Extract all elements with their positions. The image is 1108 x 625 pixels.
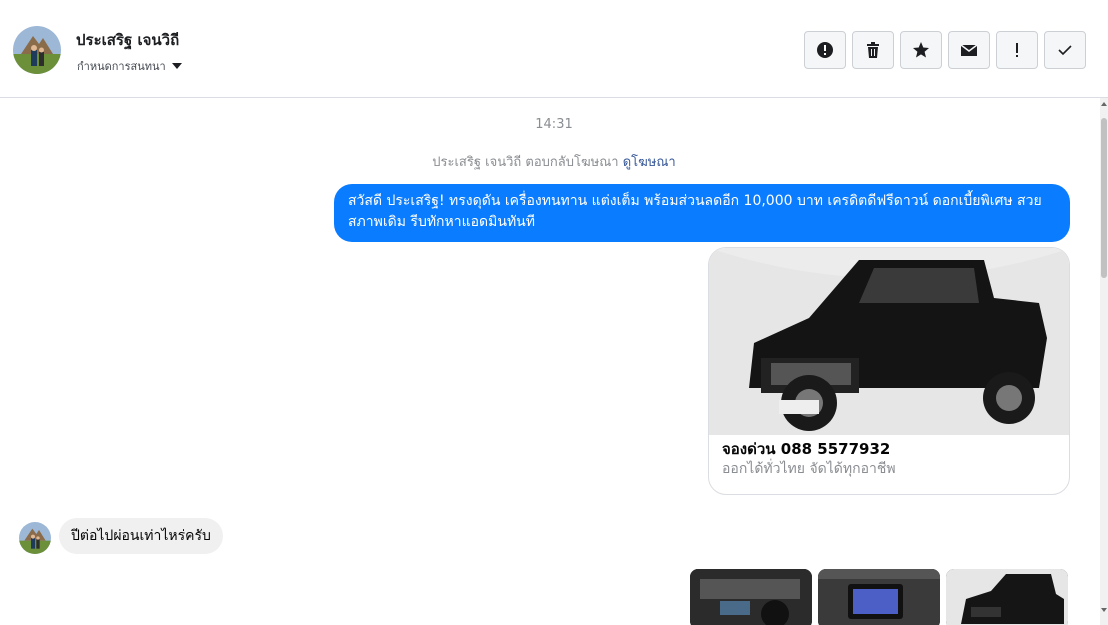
message-timestamp: 14:31	[535, 117, 573, 132]
image-attachments	[690, 569, 1068, 625]
assign-label: กำหนดการสนทนา	[77, 60, 166, 73]
action-toolbar	[804, 31, 1086, 69]
mark-unread-button[interactable]	[948, 31, 990, 69]
scrollbar-thumb[interactable]	[1101, 118, 1107, 278]
contact-avatar[interactable]	[13, 26, 61, 74]
message-thread[interactable]: 14:31 ประเสริฐ เจนวิถี ตอบกลับโฆษณา ดูโฆ…	[0, 98, 1100, 625]
star-icon	[913, 42, 929, 58]
ad-card[interactable]: จองด่วน 088 5577932 ออกได้ทั่วไทย จัดได้…	[708, 247, 1070, 495]
ad-card-image	[709, 248, 1069, 435]
envelope-icon	[960, 44, 978, 56]
caret-down-icon	[171, 63, 182, 69]
contact-name[interactable]: ประเสริฐ เจนวิถี	[76, 28, 179, 52]
ad-card-subtitle: ออกได้ทั่วไทย จัดได้ทุกอาชีพ	[722, 461, 896, 477]
star-button[interactable]	[900, 31, 942, 69]
system-message: ประเสริฐ เจนวิถี ตอบกลับโฆษณา ดูโฆษณา	[0, 151, 1100, 172]
attachment-image[interactable]	[946, 569, 1068, 625]
trash-icon	[867, 42, 879, 58]
exclamation-icon	[1016, 43, 1018, 57]
incoming-message-bubble: ปีต่อไปผ่อนเท่าไหร่ครับ	[59, 518, 223, 554]
assign-conversation-dropdown[interactable]: กำหนดการสนทนา	[77, 57, 182, 75]
check-icon	[1058, 45, 1072, 56]
follow-up-button[interactable]	[996, 31, 1038, 69]
thread-scrollbar[interactable]	[1100, 98, 1108, 625]
conversation-header: ประเสริฐ เจนวิถี กำหนดการสนทนา	[0, 0, 1108, 98]
scroll-down-icon[interactable]	[1100, 606, 1108, 614]
alert-circle-icon	[817, 42, 833, 58]
spam-button[interactable]	[804, 31, 846, 69]
view-ad-link[interactable]: ดูโฆษณา	[623, 155, 676, 170]
sender-avatar[interactable]	[19, 522, 51, 554]
outgoing-message-bubble: สวัสดี ประเสริฐ! ทรงดุดัน เครื่องทนทาน แ…	[334, 184, 1070, 242]
mark-done-button[interactable]	[1044, 31, 1086, 69]
scroll-up-icon[interactable]	[1100, 100, 1108, 108]
delete-button[interactable]	[852, 31, 894, 69]
system-message-text: ประเสริฐ เจนวิถี ตอบกลับโฆษณา	[432, 155, 619, 170]
attachment-image[interactable]	[690, 569, 812, 625]
attachment-image[interactable]	[818, 569, 940, 625]
